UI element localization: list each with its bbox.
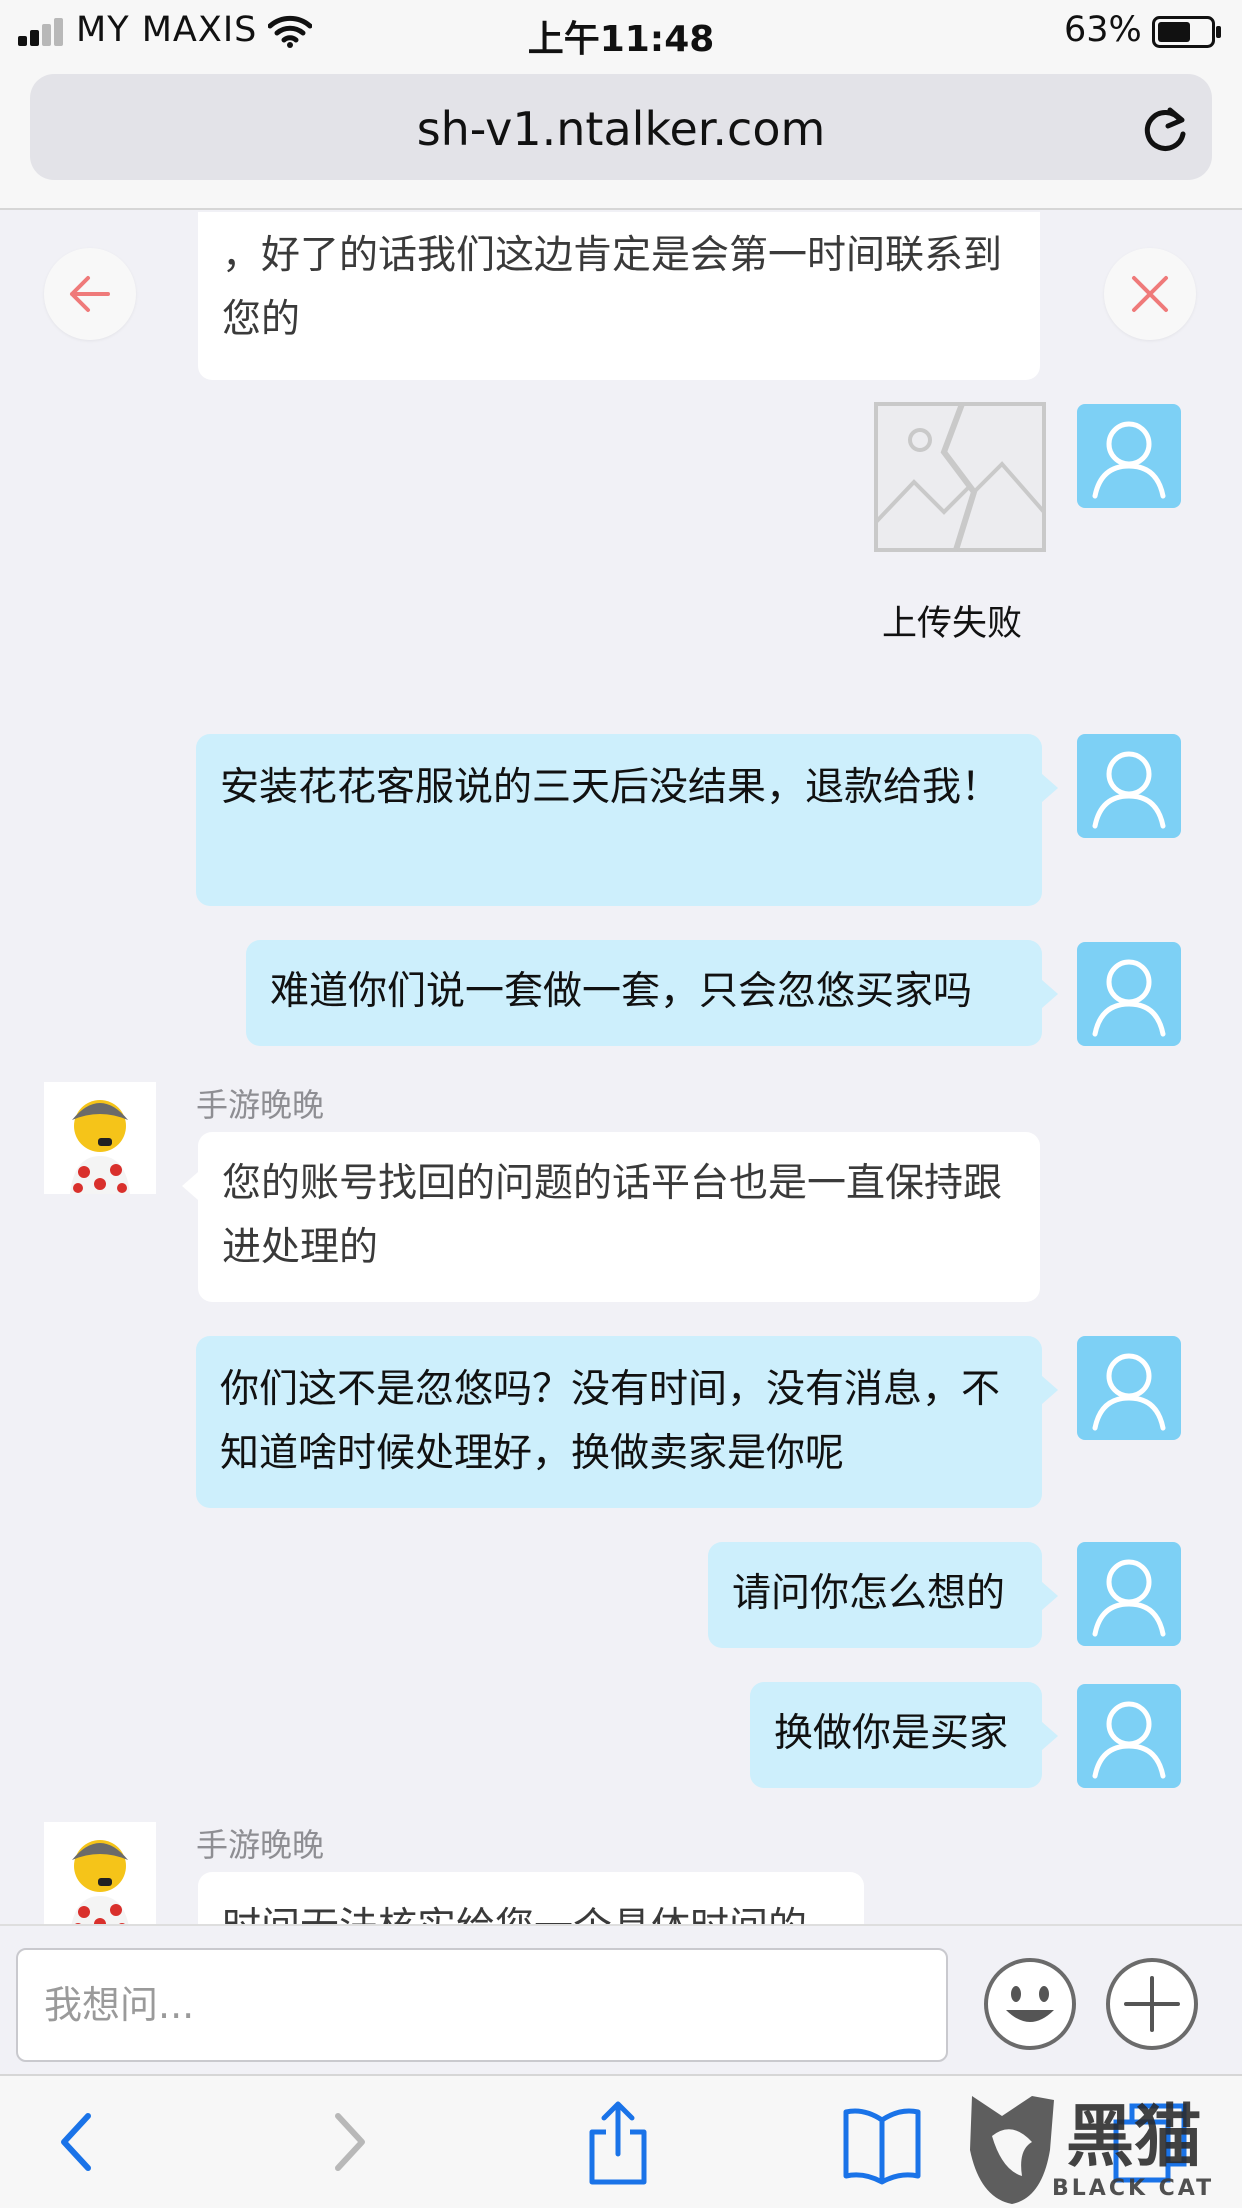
message-text: 你们这不是忽悠吗？没有时间，没有消息，不知道啥时候处理好，换做卖家是你呢 [220,1367,1001,1476]
agent-name: 手游晚晚 [196,1086,325,1124]
user-avatar [1077,942,1181,1046]
upload-failed-label: 上传失败 [882,604,1023,644]
user-message: 换做你是买家 [750,1682,1058,1788]
user-icon [1092,1353,1166,1431]
user-avatar [1077,734,1181,838]
broken-image-icon[interactable] [874,402,1046,552]
clock: 上午11:48 [527,19,715,60]
user-message: 你们这不是忽悠吗？没有时间，没有消息，不知道啥时候处理好，换做卖家是你呢 [196,1336,1058,1508]
browser-address-area: sh-v1.ntalker.com [0,62,1242,210]
agent-avatar [44,1822,156,1924]
agent-message: 您的账号找回的问题的话平台也是一直保持跟进处理的 [182,1132,1040,1302]
watermark-glyph: 黑猫 [1066,2098,1202,2177]
message-text: 难道你们说一套做一套，只会忽悠买家吗 [270,969,973,1014]
user-message: 难道你们说一套做一套，只会忽悠买家吗 [246,940,1058,1046]
black-cat-watermark: 黑猫 BLACK CAT [962,2090,1242,2208]
message-text: ，好了的话我们这边肯定是会第一时间联系到您的 [222,233,1003,342]
agent-avatar [44,1082,156,1194]
user-avatar [1077,1542,1181,1646]
back-button[interactable] [44,248,136,340]
message-text: 时间无法核实给您一个具体时间的 [222,1905,807,1924]
message-input[interactable] [16,1948,948,2062]
chat-thread[interactable]: ，好了的话我们这边肯定是会第一时间联系到您的 上传失败 安装花花客服说的三天后没… [0,212,1242,1924]
user-icon [1092,959,1166,1037]
user-avatar [1077,1684,1181,1788]
smiley-icon[interactable] [982,1956,1078,2052]
arrow-left-icon [70,276,110,312]
bookmarks-icon[interactable] [840,2098,924,2186]
agent-message: ，好了的话我们这边肯定是会第一时间联系到您的 [198,212,1040,380]
user-message: 请问你怎么想的 [708,1542,1058,1648]
browser-back-icon[interactable] [52,2098,102,2186]
user-avatar [1077,1336,1181,1440]
status-bar: MY MAXIS 上午11:48 63% [0,0,1242,62]
agent-avatar-image [44,1082,156,1194]
user-message: 安装花花客服说的三天后没结果，退款给我！ [196,734,1058,906]
user-icon [1092,751,1166,829]
close-icon [1132,276,1168,312]
message-text: 换做你是买家 [774,1711,1009,1756]
user-icon [1092,421,1166,499]
message-text: 请问你怎么想的 [732,1571,1006,1616]
address-bar[interactable]: sh-v1.ntalker.com [30,74,1212,180]
battery-percent: 63% [1064,10,1142,50]
plus-icon[interactable] [1104,1956,1200,2052]
watermark-text: BLACK CAT [1052,2176,1215,2201]
agent-name: 手游晚晚 [196,1826,325,1864]
message-composer [0,1924,1242,2074]
agent-message: 时间无法核实给您一个具体时间的 [198,1872,864,1924]
agent-avatar-image [44,1822,156,1924]
browser-forward-icon[interactable] [324,2098,374,2186]
share-icon[interactable] [584,2098,652,2186]
user-icon [1092,1559,1166,1637]
user-icon [1092,1701,1166,1779]
url-text[interactable]: sh-v1.ntalker.com [30,102,1212,156]
user-avatar [1077,404,1181,508]
close-button[interactable] [1104,248,1196,340]
reload-icon[interactable] [1140,102,1190,156]
message-text: 安装花花客服说的三天后没结果，退款给我！ [220,765,1001,810]
message-text: 您的账号找回的问题的话平台也是一直保持跟进处理的 [222,1161,1003,1270]
battery-icon [1152,16,1221,48]
